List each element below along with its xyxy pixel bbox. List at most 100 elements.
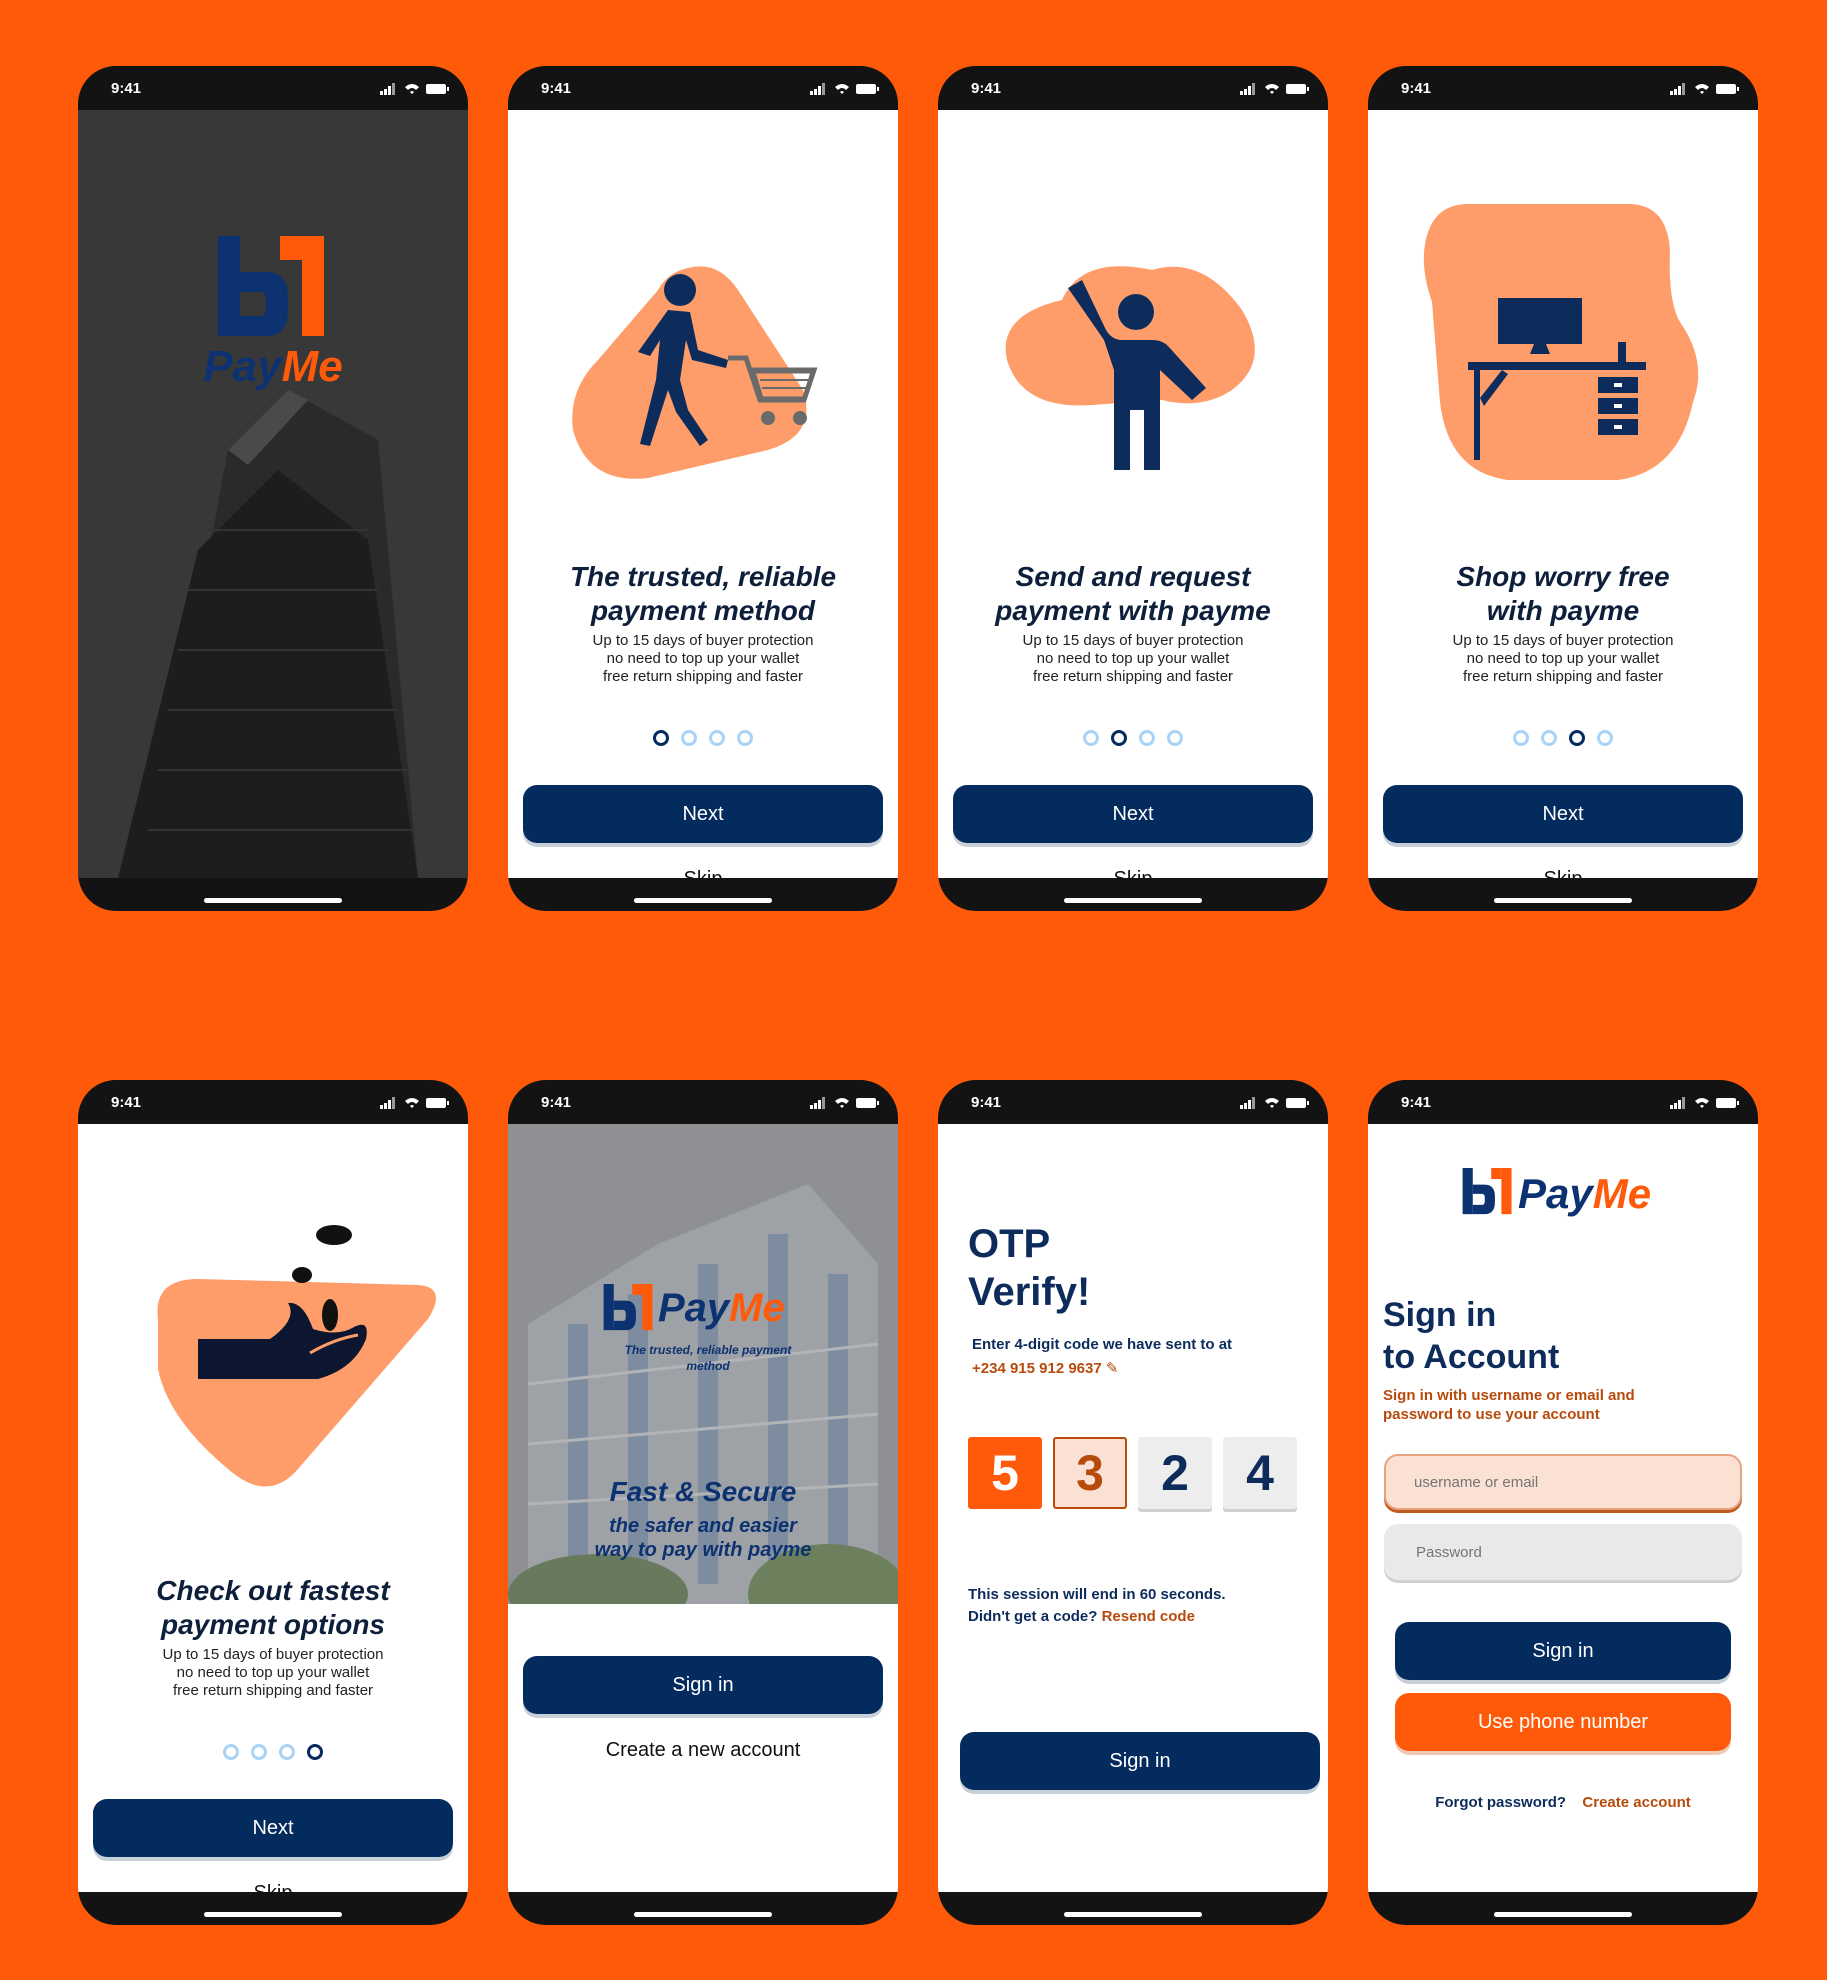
status-icons [380,82,450,99]
building-background-image [78,110,468,878]
onboarding-description: Up to 15 days of buyer protection no nee… [1368,632,1758,686]
page-dot[interactable] [709,730,725,746]
page-dot-active[interactable] [653,730,669,746]
username-input[interactable] [1384,1454,1742,1510]
use-phone-number-button[interactable]: Use phone number [1395,1693,1731,1751]
shopper-cart-illustration [572,266,818,479]
skip-button[interactable]: Skip [78,1882,468,1892]
brand-pay: Pay [1518,1170,1593,1217]
otp-instruction: Enter 4-digit code we have sent to at [972,1336,1233,1353]
resend-row: Didn't get a code? Resend code [968,1608,1195,1625]
skip-button[interactable]: Skip [508,868,898,878]
subtitle-line: password to use your account [1383,1406,1600,1423]
page-dot[interactable] [1513,730,1529,746]
status-time: 9:41 [971,1094,1002,1111]
page-dot[interactable] [681,730,697,746]
brand-me: Me [729,1286,785,1330]
status-bar: 9:41 [78,66,468,110]
status-icons [1240,82,1310,99]
desc-line: Up to 15 days of buyer protection [1022,632,1244,649]
phone-sign-in: 9:41 PayMe Sign in to Account Sign in wi… [1368,1080,1758,1925]
page-dot[interactable] [1541,730,1557,746]
next-button[interactable]: Next [1383,785,1743,843]
signal-wifi-battery-icon [1240,83,1309,95]
desc-line: Up to 15 days of buyer protection [592,632,814,649]
page-dot[interactable] [279,1744,295,1760]
otp-phone-row: +234 915 912 9637 ✎ [972,1359,1118,1377]
phone-onboarding-3: 9:41 Shop worry free with payme Up to 15… [1368,66,1758,911]
desk-computer-illustration [1423,204,1699,480]
otp-digit-box[interactable]: 4 [1223,1437,1297,1509]
page-dot[interactable] [1139,730,1155,746]
title-line: Verify! [968,1270,1091,1314]
onboarding-screen-3: Shop worry free with payme Up to 15 days… [1368,110,1758,878]
page-dot-active[interactable] [1569,730,1585,746]
hand-coins-illustration [157,1225,436,1487]
otp-digit-box[interactable]: 2 [1138,1437,1212,1509]
welcome-headline: Fast & Secure [609,1476,797,1507]
payme-logo-mark [603,1284,653,1331]
status-bar: 9:41 [78,1080,468,1124]
page-dot-active[interactable] [307,1744,323,1760]
page-dot[interactable] [737,730,753,746]
title-line: payment with payme [995,595,1271,626]
title-line: Send and request [1015,561,1251,592]
splash-screen: PayMe [78,110,468,878]
page-dot[interactable] [1167,730,1183,746]
signal-wifi-battery-icon [1670,1097,1739,1109]
session-timer-text: This session will end in 60 seconds. [968,1586,1226,1603]
onboarding-title: Shop worry free with payme [1368,560,1758,628]
resend-code-link[interactable]: Resend code [1102,1608,1195,1625]
skip-button[interactable]: Skip [938,868,1328,878]
next-button[interactable]: Next [953,785,1313,843]
desc-line: Up to 15 days of buyer protection [1452,632,1674,649]
next-button[interactable]: Next [93,1799,453,1857]
brand-pay: Pay [658,1286,730,1330]
payme-wordmark: PayMe [658,1286,785,1331]
home-indicator [634,1912,772,1917]
sign-in-screen: PayMe Sign in to Account Sign in with us… [1368,1124,1758,1892]
desc-line: free return shipping and faster [172,1682,374,1699]
subtitle-line: the safer and easier [609,1515,797,1537]
title-line: to Account [1383,1338,1560,1376]
edit-pencil-icon[interactable]: ✎ [1106,1360,1119,1377]
create-account-link[interactable]: Create account [1582,1794,1690,1811]
home-indicator [1494,898,1632,903]
status-bar: 9:41 [1368,66,1758,110]
title-line: Shop worry free [1456,561,1670,592]
status-bar: 9:41 [508,1080,898,1124]
signal-wifi-battery-icon [380,83,449,95]
otp-digit-box[interactable]: 3 [1053,1437,1127,1509]
payme-logo-mark [218,236,324,336]
page-dot[interactable] [1083,730,1099,746]
sign-in-button[interactable]: Sign in [1395,1622,1731,1680]
payme-wordmark: PayMe [1518,1170,1651,1218]
status-icons [810,1096,880,1113]
page-dot[interactable] [223,1744,239,1760]
status-time: 9:41 [971,80,1002,97]
next-button[interactable]: Next [523,785,883,843]
forgot-password-link[interactable]: Forgot password? [1435,1794,1566,1811]
status-time: 9:41 [541,1094,572,1111]
title-line: payment method [590,595,816,626]
page-dot[interactable] [1597,730,1613,746]
subtitle-line: Sign in with username or email and [1383,1387,1635,1404]
phone-onboarding-4: 9:41 Check out fastest payment options U… [78,1080,468,1925]
sign-in-button[interactable]: Sign in [523,1656,883,1714]
onboarding-screen-4: Check out fastest payment options Up to … [78,1124,468,1892]
signal-wifi-battery-icon [1240,1097,1309,1109]
create-account-link[interactable]: Create a new account [508,1739,898,1762]
home-indicator [204,898,342,903]
otp-digit-box[interactable]: 5 [968,1437,1042,1509]
page-indicator [938,730,1328,746]
page-dot[interactable] [251,1744,267,1760]
skip-button[interactable]: Skip [1368,868,1758,878]
status-icons [1240,1096,1310,1113]
sign-in-button[interactable]: Sign in [960,1732,1320,1790]
title-line: The trusted, reliable [569,561,837,592]
page-dot-active[interactable] [1111,730,1127,746]
title-line: Check out fastest [156,1575,390,1606]
password-input[interactable] [1384,1524,1742,1580]
status-icons [1670,82,1740,99]
desc-line: free return shipping and faster [602,668,804,685]
